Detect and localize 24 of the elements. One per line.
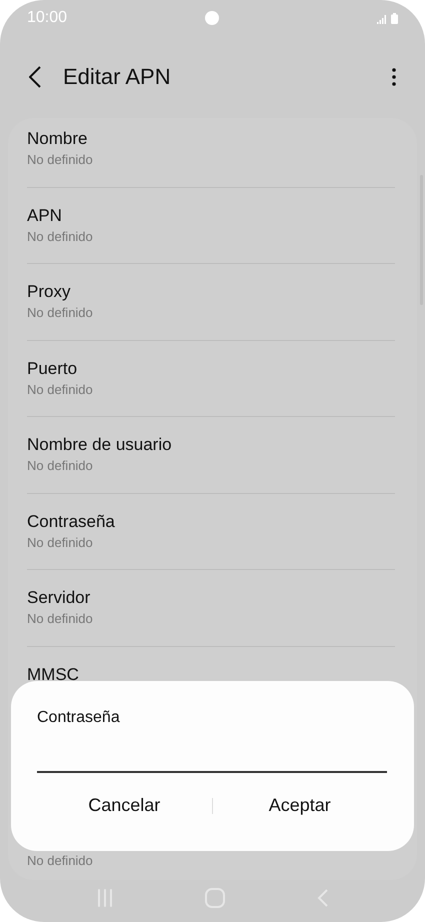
setting-title[interactable]: Nombre [27, 127, 88, 151]
back-icon[interactable] [29, 66, 41, 88]
setting-title[interactable]: Servidor [27, 586, 90, 610]
setting-title[interactable]: APN [27, 204, 62, 228]
setting-title[interactable]: Proxy [27, 280, 70, 304]
setting-title[interactable]: Contraseña [27, 510, 115, 534]
setting-title[interactable]: Nombre de usuario [27, 433, 172, 457]
dialog-button[interactable]: Aceptar [212, 789, 387, 822]
more-options-icon[interactable] [392, 68, 396, 86]
setting-value: No definido [27, 852, 93, 870]
setting-value: No definido [27, 610, 93, 628]
setting-value: No definido [27, 457, 93, 475]
setting-value: No definido [27, 228, 93, 246]
battery-icon [391, 12, 398, 24]
setting-value: No definido [27, 151, 93, 169]
dialog-title: Contraseña [37, 709, 120, 727]
signal-icon [377, 14, 387, 24]
dialog-button[interactable]: Cancelar [37, 789, 212, 822]
setting-value: No definido [27, 534, 93, 552]
setting-title[interactable]: Puerto [27, 356, 78, 380]
setting-value: No definido [27, 304, 93, 322]
setting-value: No definido [27, 380, 93, 398]
camera-dot-icon [205, 11, 219, 25]
page-title: Editar APN [63, 64, 172, 90]
